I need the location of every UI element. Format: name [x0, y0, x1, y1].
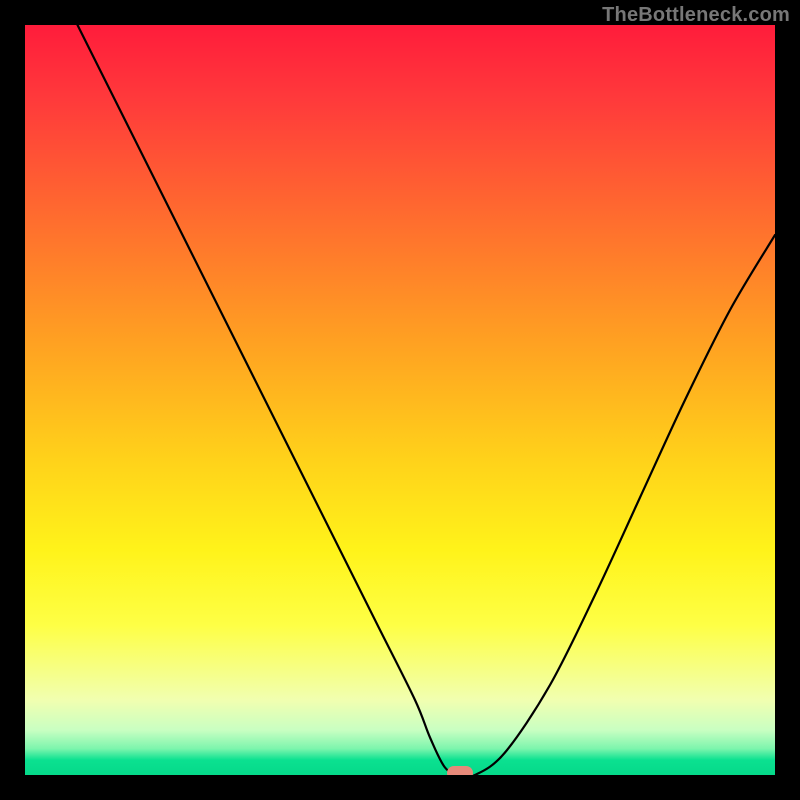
optimal-marker	[447, 766, 473, 775]
curve-path	[78, 25, 776, 775]
watermark-label: TheBottleneck.com	[602, 4, 790, 27]
chart-frame: TheBottleneck.com	[0, 0, 800, 800]
bottleneck-curve	[25, 25, 775, 775]
plot-area	[25, 25, 775, 775]
